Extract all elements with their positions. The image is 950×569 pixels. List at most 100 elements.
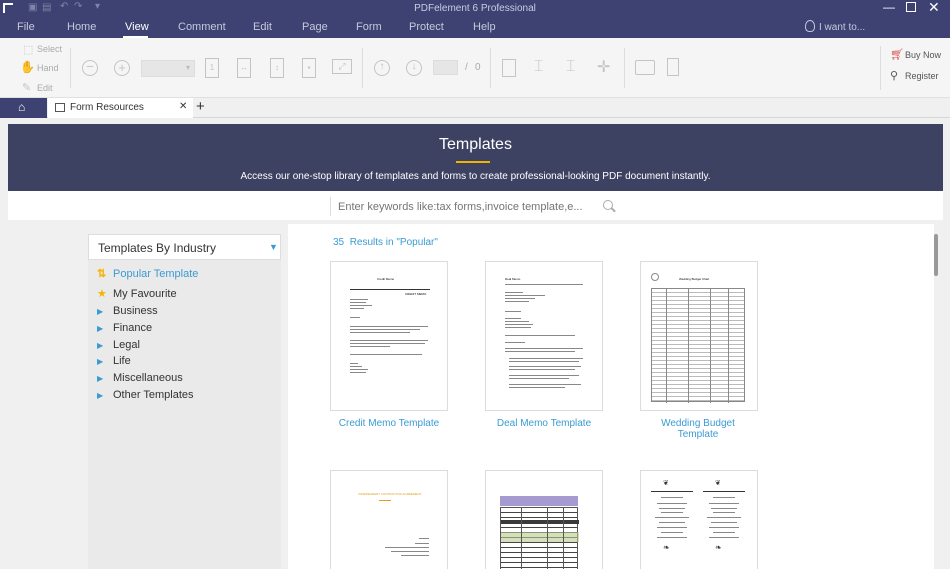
page-number-input[interactable] <box>433 60 458 75</box>
triangle-right-icon: ▶ <box>97 340 104 350</box>
next-page-icon[interactable]: ↓ <box>406 60 422 76</box>
banner-accent-line <box>456 161 490 163</box>
chevron-down-icon: ▼ <box>269 242 278 252</box>
sidebar-item-popular[interactable]: ⇅ Popular Template <box>97 267 198 281</box>
menu-comment[interactable]: Comment <box>178 17 226 38</box>
results-text: Results in "Popular" <box>349 237 438 248</box>
i-want-to-search[interactable]: I want to... <box>819 17 865 38</box>
full-screen-icon[interactable]: ⤢ <box>332 59 352 74</box>
ornament-icon: ❧ <box>663 543 670 552</box>
buy-now-link[interactable]: Buy Now <box>905 50 941 60</box>
sidebar-item-miscellaneous[interactable]: ▶ Miscellaneous <box>97 372 183 384</box>
tab-form-resources[interactable]: Form Resources ✕ <box>48 98 193 118</box>
sidebar-item-label: Miscellaneous <box>113 372 183 384</box>
menu-edit[interactable]: Edit <box>253 17 272 38</box>
template-card-deal-memo[interactable]: Deal Memo <box>485 261 603 411</box>
zoom-out-icon[interactable]: − <box>82 60 98 76</box>
spreadsheet-header <box>500 496 578 506</box>
templates-banner: Templates Access our one-stop library of… <box>8 124 943 191</box>
zoom-in-icon[interactable]: + <box>114 60 130 76</box>
industry-dropdown-label: Templates By Industry <box>98 241 217 255</box>
template-card-spreadsheet[interactable] <box>485 470 603 569</box>
toolbar-divider <box>362 48 363 88</box>
template-card-wedding-budget[interactable]: Wedding Budget Chart <box>640 261 758 411</box>
actual-size-icon[interactable]: 1 <box>205 58 219 78</box>
menu-view[interactable]: View <box>125 17 149 38</box>
fit-page-icon[interactable]: ↕ <box>270 58 284 78</box>
ornament-icon: ❦ <box>663 480 669 487</box>
template-card-contractor-agreement[interactable]: INDEPENDENT CONTRACTOR AGREEMENT <box>330 470 448 569</box>
new-tab-button[interactable]: + <box>196 98 205 115</box>
toolbar-divider <box>70 48 71 88</box>
sidebar-item-legal[interactable]: ▶ Legal <box>97 339 140 351</box>
star-icon: ★ <box>97 288 107 300</box>
search-row <box>8 191 943 220</box>
template-label[interactable]: Deal Memo Template <box>485 418 603 429</box>
split-icon[interactable]: ✛ <box>597 57 610 77</box>
template-search-input[interactable] <box>338 197 600 217</box>
title-bar: ▣ ▤ ↶ ↷ ▾ PDFelement 6 Professional — ✕ <box>0 0 950 17</box>
search-icon-handle <box>611 207 616 213</box>
snapshot-icon[interactable] <box>635 60 655 75</box>
banner-title: Templates <box>439 136 512 153</box>
results-count: 35 <box>333 237 345 248</box>
menu-page[interactable]: Page <box>302 17 328 38</box>
previous-page-icon[interactable]: ↑ <box>374 60 390 76</box>
template-card-place-cards[interactable]: ❦ ❦ ❧ ❧ <box>640 470 758 569</box>
menu-home[interactable]: Home <box>67 17 96 38</box>
zoom-select[interactable]: ▾ <box>141 60 195 77</box>
scrollbar-thumb[interactable] <box>934 234 938 276</box>
sidebar-item-other[interactable]: ▶ Other Templates <box>97 389 194 401</box>
doc-title: Wedding Budget Chart <box>679 277 710 281</box>
bookmark-icon[interactable] <box>667 58 679 76</box>
hand-tool[interactable]: Hand <box>37 63 59 73</box>
crop-top-icon[interactable]: ⌶ <box>534 58 544 76</box>
doc-title: Credit Memo <box>377 277 395 281</box>
home-icon: ⌂ <box>18 100 26 114</box>
menu-form[interactable]: Form <box>356 17 382 38</box>
menu-protect[interactable]: Protect <box>409 17 444 38</box>
tab-label: Form Resources <box>70 102 144 113</box>
toolbar-divider <box>880 46 881 90</box>
menu-help[interactable]: Help <box>473 17 496 38</box>
industry-dropdown[interactable]: Templates By Industry ▼ <box>88 234 281 260</box>
template-label[interactable]: Wedding Budget Template <box>655 418 741 440</box>
register-link[interactable]: Register <box>905 71 939 81</box>
page-separator: / <box>465 62 468 73</box>
tab-page-icon <box>55 103 65 112</box>
ornament-icon: ❧ <box>715 543 722 552</box>
page-icon[interactable] <box>502 59 516 77</box>
sidebar-item-favourite[interactable]: ★ My Favourite <box>97 287 177 301</box>
fit-width-icon[interactable]: ↔ <box>237 58 251 78</box>
tab-close-icon[interactable]: ✕ <box>179 101 187 112</box>
close-button[interactable]: ✕ <box>928 0 940 16</box>
select-icon: ⬚ <box>23 44 34 56</box>
hand-icon: ✋ <box>20 60 35 74</box>
sidebar-item-life[interactable]: ▶ Life <box>97 355 131 367</box>
cart-icon[interactable]: 🛒︎ <box>890 48 904 61</box>
crop-side-icon[interactable]: ⌶ <box>566 58 576 76</box>
template-card-credit-memo[interactable]: Credit Memo CREDIT MEMO <box>330 261 448 411</box>
doc-title: Deal Memo <box>505 277 521 281</box>
popular-icon: ⇅ <box>97 268 107 280</box>
edit-tool[interactable]: Edit <box>37 83 53 93</box>
minimize-button[interactable]: — <box>883 0 895 14</box>
maximize-button[interactable] <box>906 2 916 12</box>
template-label[interactable]: Credit Memo Template <box>330 418 448 429</box>
sidebar-item-label: Other Templates <box>113 389 194 401</box>
sidebar-item-business[interactable]: ▶ Business <box>97 305 158 317</box>
results-summary: 35 Results in "Popular" <box>333 237 438 248</box>
toolbar: ⬚ Select ✋ Hand ✎ Edit − + ▾ 1 ↔ ↕ ▪ ⤢ ↑… <box>0 38 950 98</box>
sidebar-item-finance[interactable]: ▶ Finance <box>97 322 152 334</box>
key-icon[interactable]: ⚲ <box>890 69 898 82</box>
sidebar-item-label: Life <box>113 355 131 367</box>
select-tool[interactable]: Select <box>37 44 62 54</box>
single-page-icon[interactable]: ▪ <box>302 58 316 78</box>
ornament-icon: ❦ <box>715 480 721 487</box>
edit-icon: ✎ <box>22 82 32 94</box>
triangle-right-icon: ▶ <box>97 323 104 333</box>
page-total: 0 <box>475 62 481 73</box>
home-tab[interactable]: ⌂ <box>0 98 47 118</box>
spreadsheet-table <box>500 507 579 569</box>
menu-file[interactable]: File <box>17 17 35 38</box>
